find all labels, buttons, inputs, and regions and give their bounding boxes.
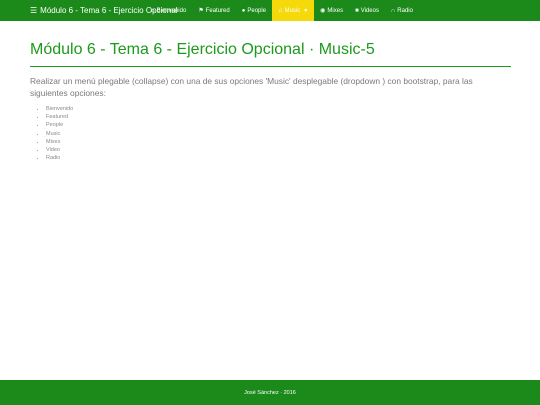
globe-icon: ◉ — [320, 8, 326, 14]
list-item: Video — [46, 146, 511, 154]
list-item: Radio — [46, 154, 511, 162]
video-icon: ■ — [355, 7, 359, 14]
nav-item-label: Mixes — [327, 7, 344, 14]
page-title: Módulo 6 - Tema 6 - Ejercicio Opcional ·… — [30, 40, 511, 67]
nav-item-videos[interactable]: ■ Videos — [349, 0, 385, 21]
nav-item-mixes[interactable]: ◉ Mixes — [314, 0, 349, 21]
navbar-brand[interactable]: ☰ Módulo 6 - Tema 6 - Ejercicio Opcional — [0, 0, 177, 21]
nav-item-label: Radio — [397, 7, 413, 14]
music-icon: ♫ — [278, 7, 283, 14]
nav-item-radio[interactable]: ∩ Radio — [385, 0, 419, 21]
list-item: Music — [46, 130, 511, 138]
nav-item-bienvenido[interactable]: ⌂ Bienvenido — [145, 0, 192, 21]
graduation-cap-icon: ☰ — [30, 6, 38, 15]
nav-item-people[interactable]: ● People — [236, 0, 272, 21]
headphones-icon: ∩ — [390, 7, 396, 14]
nav-item-label: Featured — [205, 7, 230, 14]
nav-item-label: People — [247, 7, 267, 14]
nav-item-label: Music — [284, 7, 301, 14]
home-icon: ⌂ — [151, 7, 155, 14]
nav-item-label: Videos — [360, 7, 379, 14]
footer-text: José Sánchez · 2016 — [244, 389, 296, 396]
footer: José Sánchez · 2016 — [0, 380, 540, 405]
navbar: ☰ Módulo 6 - Tema 6 - Ejercicio Opcional… — [0, 0, 540, 21]
list-item: Bienvenido — [46, 105, 511, 113]
main-content: Módulo 6 - Tema 6 - Ejercicio Opcional ·… — [30, 40, 511, 162]
page-description: Realizar un menú plegable (collapse) con… — [30, 76, 473, 98]
options-list: Bienvenido Featured People Music Mixes V… — [30, 105, 511, 162]
list-item: Mixes — [46, 138, 511, 146]
user-icon: ● — [241, 7, 246, 14]
flag-icon: ⚑ — [198, 8, 204, 14]
nav-item-label: Bienvenido — [156, 7, 187, 14]
nav-item-featured[interactable]: ⚑ Featured — [192, 0, 235, 21]
nav-menu: ⌂ Bienvenido ⚑ Featured ● People ♫ Music… — [145, 0, 419, 21]
list-item: People — [46, 121, 511, 129]
list-item: Featured — [46, 113, 511, 121]
nav-item-music[interactable]: ♫ Music ▼ — [272, 0, 315, 21]
caret-down-icon: ▼ — [303, 7, 309, 14]
